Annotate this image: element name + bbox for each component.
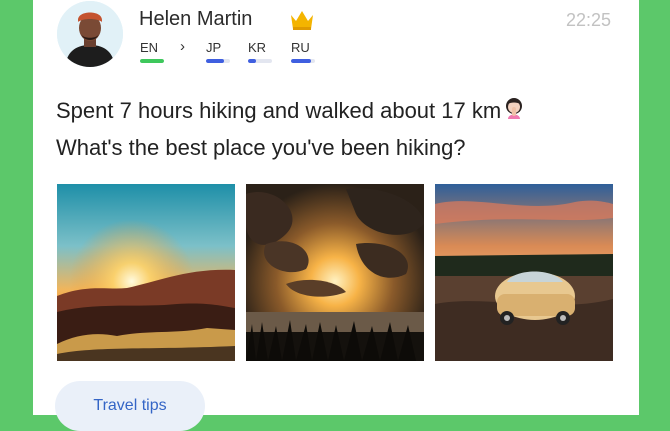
language-code: JP: [206, 40, 222, 55]
language-en: EN: [140, 40, 166, 63]
language-code: RU: [291, 40, 310, 55]
post-time: 22:25: [565, 10, 611, 30]
language-jp: JP: [206, 40, 232, 63]
tag-label: Travel tips: [93, 397, 167, 414]
vintage-car-field-photo[interactable]: [435, 184, 613, 361]
language-code: EN: [140, 40, 159, 55]
sunset-mountains-photo[interactable]: [57, 184, 235, 361]
chevron-right-icon: ›: [180, 38, 185, 55]
language-level-bar: [291, 59, 315, 63]
post-text-line: Spent 7 hours hiking and walked about 17…: [56, 98, 502, 123]
avatar[interactable]: [57, 1, 123, 67]
language-level-bar: [248, 59, 272, 63]
woman-facepalm-emoji-icon: [502, 94, 526, 130]
post-text-line: What's the best place you've been hiking…: [56, 135, 466, 161]
language-kr: KR: [248, 40, 274, 63]
travel-tips-tag[interactable]: Travel tips: [55, 381, 205, 431]
cloudy-sunset-photo[interactable]: [246, 184, 424, 361]
post-text: Spent 7 hours hiking and walked about 17…: [56, 93, 616, 166]
language-ru: RU: [291, 40, 317, 63]
language-level-bar: [140, 59, 164, 63]
crown-icon: [289, 9, 315, 36]
post-card: Helen Martin 22:25 EN › JP KR RU Spent 7…: [33, 0, 639, 431]
language-code: KR: [248, 40, 267, 55]
avatar-photo: [57, 1, 123, 67]
author-name[interactable]: Helen Martin: [139, 8, 252, 31]
language-level-bar: [206, 59, 230, 63]
